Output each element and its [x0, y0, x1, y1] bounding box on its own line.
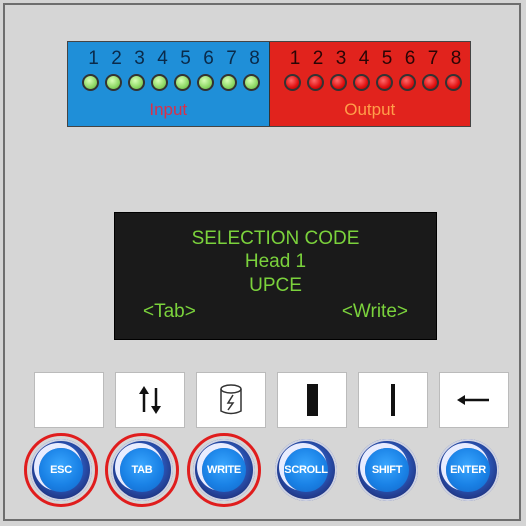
input-number: 2 [111, 48, 122, 69]
output-number: 3 [335, 48, 347, 69]
input-led [197, 74, 214, 91]
input-led [174, 74, 191, 91]
input-number: 4 [157, 48, 168, 69]
lcd-line-2: Head 1 [244, 251, 307, 272]
output-number: 2 [312, 48, 324, 69]
output-leds [283, 74, 468, 91]
output-led [329, 74, 347, 91]
esc-button[interactable]: ESC [30, 439, 92, 501]
output-number: 8 [450, 48, 462, 69]
tab-button[interactable]: TAB [111, 439, 173, 501]
output-led [421, 74, 439, 91]
output-led [306, 74, 324, 91]
lcd-line-3: UPCE [249, 275, 302, 296]
input-number: 3 [134, 48, 145, 69]
lcd-right-softkey: <Write> [341, 301, 408, 322]
output-number: 5 [381, 48, 393, 69]
input-led [82, 74, 99, 91]
input-number: 5 [180, 48, 191, 69]
shift-button[interactable]: SHIFT [356, 439, 418, 501]
device-panel: 1 2 3 4 5 6 7 8 Input 1 2 3 4 5 6 7 8 Ou… [3, 3, 521, 521]
esc-button-label: ESC [50, 464, 72, 476]
input-indicators: 1 2 3 4 5 6 7 8 Input [68, 42, 269, 126]
input-led [128, 74, 145, 91]
output-label: Output [344, 100, 396, 119]
input-leds [82, 74, 266, 91]
input-led [243, 74, 260, 91]
write-button[interactable]: WRITE [193, 439, 255, 501]
return-arrow-icon [439, 372, 509, 428]
output-number: 1 [289, 48, 301, 69]
output-led [352, 74, 370, 91]
input-led [105, 74, 122, 91]
input-number: 6 [203, 48, 214, 69]
thin-bar-icon [358, 372, 428, 428]
scroll-button-label: SCROLL [284, 464, 328, 476]
input-label: Input [149, 100, 188, 119]
enter-button[interactable]: ENTER [437, 439, 499, 501]
output-led [375, 74, 393, 91]
up-down-arrows-icon [115, 372, 185, 428]
cylinder-bolt-icon [196, 372, 266, 428]
input-numbers: 1 2 3 4 5 6 7 8 [82, 48, 266, 70]
scroll-button[interactable]: SCROLL [275, 439, 337, 501]
io-indicator-strip: 1 2 3 4 5 6 7 8 Input 1 2 3 4 5 6 7 8 Ou… [67, 41, 471, 127]
input-number: 7 [226, 48, 237, 69]
key-icon-row [34, 372, 520, 428]
blank-key-label [34, 372, 104, 428]
output-number: 4 [358, 48, 370, 69]
input-led [151, 74, 168, 91]
enter-button-label: ENTER [450, 464, 486, 476]
output-number: 6 [404, 48, 416, 69]
write-button-label: WRITE [207, 464, 241, 476]
lcd-left-softkey: <Tab> [143, 301, 196, 322]
input-number: 8 [249, 48, 260, 69]
output-led [398, 74, 416, 91]
thick-bar-icon [277, 372, 347, 428]
input-led [220, 74, 237, 91]
output-number: 7 [427, 48, 439, 69]
lcd-display: SELECTION CODE Head 1 UPCE <Tab> <Write> [114, 212, 437, 340]
output-led [283, 74, 301, 91]
shift-button-label: SHIFT [371, 464, 403, 476]
lcd-softkeys: <Tab> <Write> [115, 301, 436, 323]
tab-button-label: TAB [131, 464, 153, 476]
lcd-line-1: SELECTION CODE [191, 228, 360, 249]
output-led [444, 74, 462, 91]
output-numbers: 1 2 3 4 5 6 7 8 [284, 48, 468, 70]
input-number: 1 [88, 48, 99, 69]
output-indicators: 1 2 3 4 5 6 7 8 Output [268, 42, 470, 126]
